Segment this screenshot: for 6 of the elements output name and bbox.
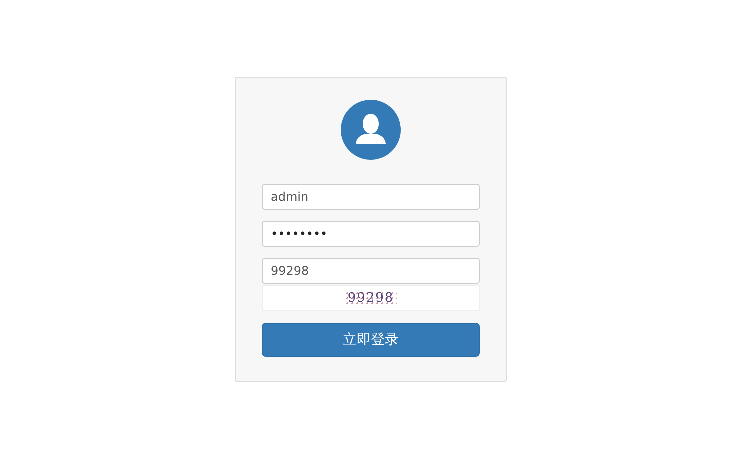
login-button[interactable]: 立即登录 [262, 323, 480, 357]
password-field[interactable]: •••••••• [262, 221, 480, 247]
captcha-field[interactable]: 99298 [262, 258, 480, 284]
username-field[interactable]: admin [262, 184, 480, 210]
captcha-image[interactable]: 99298 [344, 290, 398, 306]
user-avatar-icon [341, 100, 401, 160]
